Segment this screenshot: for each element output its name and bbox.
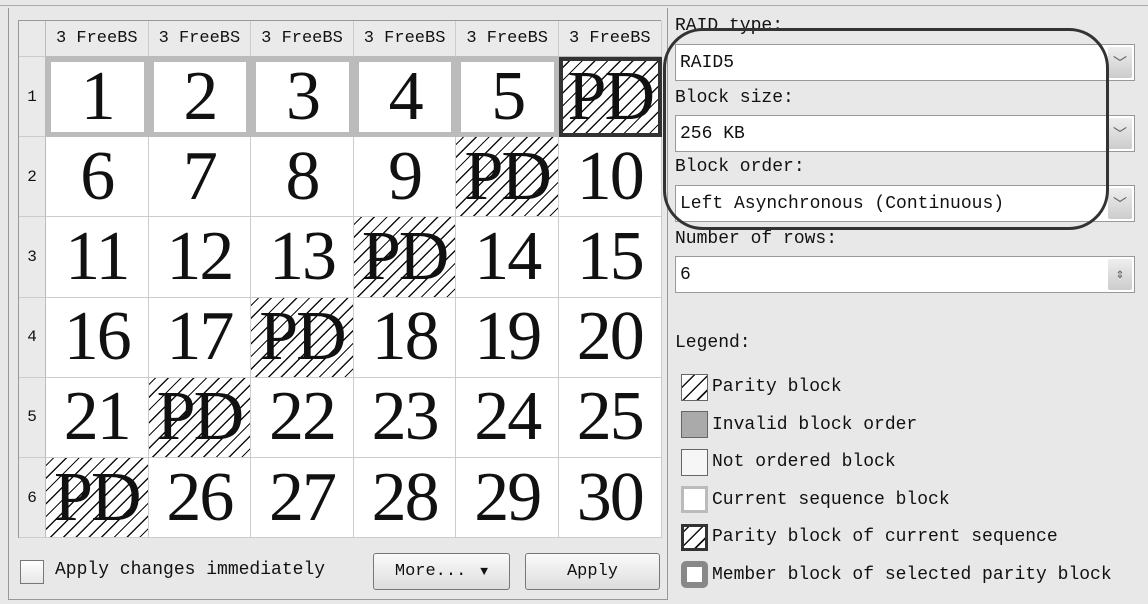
chevron-down-icon[interactable]: ﹀ [1108,188,1132,219]
legend-swatch-invalid [681,411,708,438]
data-block-cell[interactable]: 18 [353,297,457,378]
more-button[interactable]: More... ▼ [373,553,510,590]
block-order-select[interactable]: Left Asynchronous (Continuous) ﹀ [675,185,1135,222]
data-block-cell[interactable]: 28 [353,458,457,539]
data-block-cell[interactable]: 15 [559,217,662,298]
column-header[interactable]: 3 FreeBS [559,21,662,57]
chevron-down-icon[interactable]: ﹀ [1108,47,1132,78]
parity-block-cell[interactable]: PD [456,137,559,218]
data-block-cell[interactable]: 10 [559,137,662,218]
parity-block-cell[interactable]: PD [353,217,457,298]
legend-label: Invalid block order [712,414,918,435]
data-block-cell[interactable]: 12 [148,217,252,298]
legend-swatch-notord [681,448,708,476]
block-order-value: Left Asynchronous (Continuous) [680,193,1005,214]
apply-button[interactable]: Apply [525,553,660,590]
data-block-cell[interactable]: 9 [353,137,457,218]
legend-label: Parity block [712,377,842,397]
rows-value: 6 [680,264,691,285]
chevron-down-icon[interactable]: ﹀ [1108,118,1132,149]
column-header[interactable]: 3 FreeBS [353,21,457,57]
rows-spinbox[interactable]: 6 ⇕ [675,256,1135,293]
block-size-label: Block size: [675,88,794,108]
parity-block-cell[interactable]: PD [46,458,149,539]
apply-immediately-label[interactable]: Apply changes immediately [55,560,325,580]
legend-item: Parity block of current sequence [681,523,1058,551]
raid-type-value: RAID5 [680,52,735,73]
row-header[interactable]: 3 [19,217,46,298]
data-block-cell[interactable]: 5 [456,57,559,138]
legend-item: Current sequence block [681,486,950,514]
data-block-cell[interactable]: 25 [559,377,662,458]
legend-item: Parity block [681,373,842,401]
legend-label: Parity block of current sequence [712,527,1058,547]
data-block-cell[interactable]: 2 [148,57,252,138]
data-block-cell[interactable]: 20 [559,297,662,378]
more-label: More... [394,562,467,581]
data-block-cell[interactable]: 27 [251,458,354,539]
data-block-cell[interactable]: 29 [456,458,559,539]
row-header[interactable]: 2 [19,137,46,218]
row-header[interactable]: 6 [19,458,46,539]
corner-header [19,21,46,57]
column-header[interactable]: 3 FreeBS [148,21,252,57]
data-block-cell[interactable]: 11 [46,217,149,298]
data-block-cell[interactable]: 24 [456,377,559,458]
legend-swatch-member [681,561,708,588]
legend-label: Current sequence block [712,489,950,510]
legend-swatch-parity [681,373,708,401]
column-header[interactable]: 3 FreeBS [251,21,354,57]
block-size-select[interactable]: 256 KB ﹀ [675,115,1135,152]
legend-swatch-curpar [681,523,708,551]
legend-title: Legend: [675,333,751,353]
data-block-cell[interactable]: 21 [46,377,149,458]
data-block-cell[interactable]: 23 [353,377,457,458]
legend-item: Invalid block order [681,411,917,439]
block-order-label: Block order: [675,157,805,177]
block-size-value: 256 KB [680,123,745,144]
legend-swatch-cur [681,486,708,513]
raid-layout-grid: 3 FreeBS 3 FreeBS 3 FreeBS 3 FreeBS 3 FreeBS… [18,20,662,539]
row-header[interactable]: 4 [19,297,46,378]
data-block-cell[interactable]: 8 [251,137,354,218]
rows-label: Number of rows: [675,229,838,249]
data-block-cell[interactable]: 4 [353,57,457,138]
data-block-cell[interactable]: 7 [148,137,252,218]
top-divider [0,0,1148,6]
parity-block-cell[interactable]: PD [559,57,662,138]
data-block-cell[interactable]: 19 [456,297,559,378]
raid-type-label: RAID type: [675,16,784,36]
column-header[interactable]: 3 FreeBS [456,21,559,57]
dropdown-triangle-icon: ▼ [480,564,489,579]
apply-immediately-checkbox[interactable] [20,560,44,584]
data-block-cell[interactable]: 14 [456,217,559,298]
legend-label: Member block of selected parity block [712,564,1112,585]
data-block-cell[interactable]: 3 [251,57,354,138]
column-header[interactable]: 3 FreeBS [46,21,149,57]
data-block-cell[interactable]: 13 [251,217,354,298]
data-block-cell[interactable]: 6 [46,137,149,218]
parity-block-cell[interactable]: PD [251,297,354,378]
data-block-cell[interactable]: 17 [148,297,252,378]
legend-item: Member block of selected parity block [681,561,1112,589]
data-block-cell[interactable]: 26 [148,458,252,539]
legend-label: Not ordered block [712,452,896,472]
data-block-cell[interactable]: 30 [559,458,662,539]
row-header[interactable]: 1 [19,57,46,138]
row-header[interactable]: 5 [19,377,46,458]
raid-type-select[interactable]: RAID5 ﹀ [675,44,1135,81]
parity-block-cell[interactable]: PD [148,377,252,458]
data-block-cell[interactable]: 16 [46,297,149,378]
data-block-cell[interactable]: 22 [251,377,354,458]
spin-arrows-icon[interactable]: ⇕ [1108,259,1132,290]
data-block-cell[interactable]: 1 [46,57,149,138]
legend-item: Not ordered block [681,448,896,476]
